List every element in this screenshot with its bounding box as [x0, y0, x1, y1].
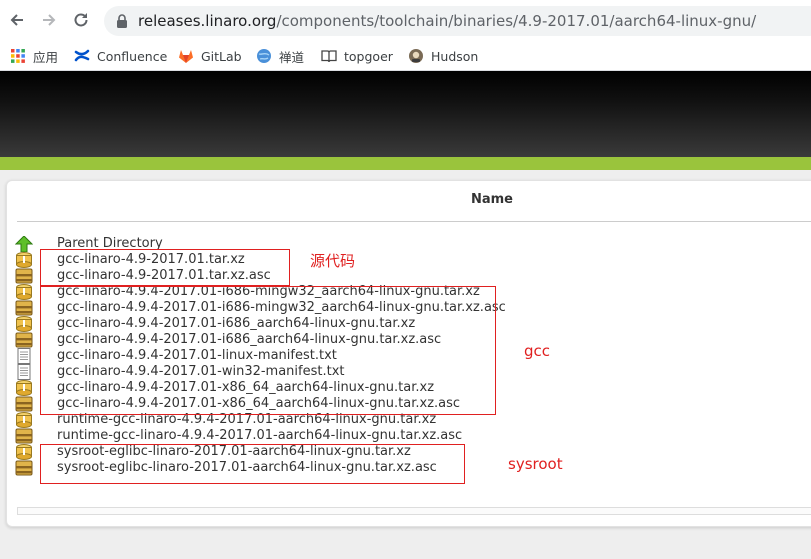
confluence-icon	[74, 49, 90, 62]
listing-footer-scrollbar[interactable]	[17, 507, 811, 515]
archive-box-icon	[15, 332, 33, 348]
archive-box-icon	[15, 300, 33, 316]
compressed-file-icon	[15, 444, 33, 460]
annotation-label-gcc: gcc	[524, 342, 551, 360]
text-file-icon	[15, 364, 33, 380]
forward-arrow-icon	[43, 14, 56, 26]
bookmark-hudson[interactable]: Hudson	[408, 46, 478, 66]
bookmark-label: Confluence	[97, 48, 168, 64]
zentao-globe-icon	[257, 49, 271, 63]
apps-grid-icon	[11, 49, 25, 63]
lock-icon	[117, 14, 127, 28]
annotation-box-gcc	[40, 286, 496, 415]
up-arrow-icon	[15, 236, 33, 252]
url-path: /components/toolchain/binaries/4.9-2017.…	[276, 12, 757, 30]
reload-button[interactable]	[70, 9, 92, 31]
text-file-icon	[15, 348, 33, 364]
site-header-banner	[0, 71, 811, 157]
bookmark-label: Hudson	[431, 48, 479, 64]
compressed-file-icon	[15, 284, 33, 300]
back-button[interactable]	[6, 9, 28, 31]
bookmark-apps[interactable]: 应用	[10, 46, 58, 66]
bookmark-label: 应用	[33, 49, 59, 65]
site-header-accent-bar	[0, 157, 811, 170]
forward-button[interactable]	[38, 9, 60, 31]
browser-toolbar: releases.linaro.org/components/toolchain…	[0, 0, 811, 42]
column-header-name[interactable]: Name	[447, 192, 537, 207]
bookmark-label: GitLab	[201, 48, 242, 64]
annotation-label-sysroot: sysroot	[508, 455, 563, 473]
archive-box-icon	[15, 396, 33, 412]
header-divider	[17, 221, 811, 222]
archive-box-icon	[15, 268, 33, 284]
file-row[interactable]: runtime-gcc-linaro-4.9.4-2017.01-aarch64…	[15, 428, 575, 444]
file-link[interactable]: runtime-gcc-linaro-4.9.4-2017.01-aarch64…	[57, 428, 462, 444]
annotation-box-sysroot	[40, 444, 465, 484]
book-icon	[321, 50, 337, 63]
bookmark-topgoer[interactable]: topgoer	[321, 46, 393, 66]
compressed-file-icon	[15, 380, 33, 396]
bookmark-label: topgoer	[344, 48, 393, 64]
reload-icon	[74, 13, 88, 27]
archive-box-icon	[15, 428, 33, 444]
annotation-label-source: 源代码	[310, 252, 356, 270]
url-host: releases.linaro.org	[138, 12, 277, 30]
url-text: releases.linaro.org/components/toolchain…	[138, 12, 756, 30]
compressed-file-icon	[15, 412, 33, 428]
address-bar[interactable]: releases.linaro.org/components/toolchain…	[104, 6, 811, 36]
gitlab-icon	[179, 50, 193, 63]
bookmark-confluence[interactable]: Confluence	[74, 46, 167, 66]
archive-box-icon	[15, 460, 33, 476]
bookmark-label: 禅道	[279, 49, 305, 65]
compressed-file-icon	[15, 252, 33, 268]
back-arrow-icon	[10, 14, 23, 26]
bookmarks-bar: 应用 Confluence GitLab 禅道 topgoer Hudson	[0, 42, 811, 71]
annotation-box-source	[40, 249, 290, 286]
compressed-file-icon	[15, 316, 33, 332]
bookmark-gitlab[interactable]: GitLab	[178, 46, 242, 66]
hudson-icon	[409, 49, 423, 63]
bookmark-zentao[interactable]: 禅道	[256, 46, 304, 66]
